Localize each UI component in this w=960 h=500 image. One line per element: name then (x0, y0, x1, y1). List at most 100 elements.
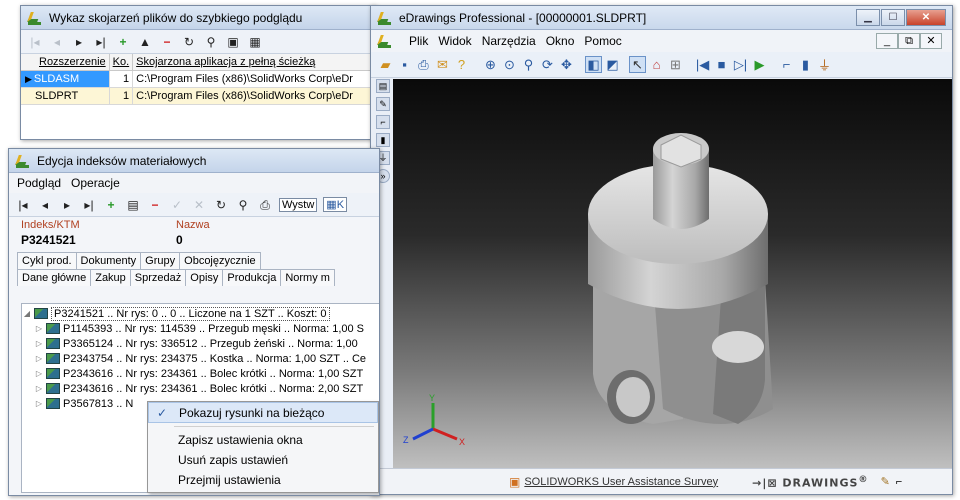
tab-production-cycle[interactable]: Cykl prod. (17, 252, 77, 269)
tab-foreign-language[interactable]: Obcojęzycznie (179, 252, 261, 269)
open-icon[interactable]: ▰ (377, 56, 394, 73)
zoom-fit-icon[interactable]: ⊕ (482, 56, 499, 73)
k-button[interactable]: ▦K (323, 197, 348, 212)
tree-root-node[interactable]: ◢ P3241521 .. Nr rys: 0 .. 0 .. Liczone … (22, 306, 379, 321)
measure-status-icon[interactable]: ⌐ (896, 476, 902, 488)
count-cell[interactable]: 1 (109, 87, 134, 105)
path-cell[interactable]: C:\Program Files (x86)\SolidWorks Corp\e… (132, 70, 375, 88)
delete-icon[interactable]: − (159, 34, 175, 50)
tab-purchase[interactable]: Zakup (90, 269, 131, 286)
tree-node[interactable]: ▷ P2343616 .. Nr rys: 234361 .. Bolec kró… (22, 366, 379, 381)
perspective-icon[interactable]: ◩ (604, 56, 621, 73)
measure-tab-icon[interactable]: ⌐ (376, 115, 390, 129)
components-tab-icon[interactable]: ▤ (376, 79, 390, 93)
tree-node[interactable]: ▷ P2343754 .. Nr rys: 234375 .. Kostka ..… (22, 351, 379, 366)
column-header-extension[interactable]: Rozszerzenie (21, 54, 110, 71)
column-header-application[interactable]: Skojarzona aplikacja z pełną ścieżką (132, 54, 375, 71)
menu-operations[interactable]: Operacje (71, 176, 120, 190)
first-record-icon[interactable]: |◂ (15, 197, 31, 213)
section-icon[interactable]: ⊞ (667, 56, 684, 73)
add-icon[interactable]: + (103, 197, 119, 213)
tab-descriptions[interactable]: Opisy (185, 269, 224, 286)
tree-node[interactable]: ▷ P3365124 .. Nr rys: 336512 .. Przegub ż… (22, 336, 379, 351)
menu-item-show-drawings-live[interactable]: ✓ Pokazuj rysunki na bieżąco (148, 402, 378, 423)
index-field[interactable]: P3241521 (21, 233, 176, 247)
menu-window[interactable]: Okno (546, 34, 575, 48)
delete-icon[interactable]: − (147, 197, 163, 213)
previous-record-icon[interactable]: ◂ (37, 197, 53, 213)
menu-preview[interactable]: Podgląd (17, 176, 61, 190)
zoom-icon[interactable]: ⚲ (520, 56, 537, 73)
zoom-area-icon[interactable]: ⊙ (501, 56, 518, 73)
first-frame-icon[interactable]: |◀ (694, 56, 711, 73)
path-cell[interactable]: C:\Program Files (x86)\SolidWorks Corp\e… (132, 87, 375, 105)
extension-cell[interactable]: ▶ SLDASM (21, 70, 110, 88)
tab-material-norms[interactable]: Normy m (280, 269, 335, 286)
grid-settings-icon[interactable]: ▦ (247, 34, 263, 50)
refresh-icon[interactable]: ↻ (213, 197, 229, 213)
count-cell[interactable]: 1 (109, 70, 134, 88)
next-frame-icon[interactable]: ▷| (732, 56, 749, 73)
edit-icon[interactable]: ▤ (125, 197, 141, 213)
menu-file[interactable]: Plik (409, 34, 428, 48)
measure-icon[interactable]: ⌐ (778, 56, 795, 73)
tab-main-data[interactable]: Dane główne (17, 269, 92, 286)
add-icon[interactable]: + (115, 34, 131, 50)
menu-item-take-over-settings[interactable]: Przejmij ustawienia (148, 470, 378, 490)
table-row[interactable]: SLDPRT 1 C:\Program Files (x86)\SolidWor… (21, 87, 375, 105)
minimize-button[interactable]: ▁ (856, 9, 880, 26)
menu-view[interactable]: Widok (438, 34, 471, 48)
select-pointer-icon[interactable]: ↖ (629, 56, 646, 73)
tab-production[interactable]: Produkcja (222, 269, 282, 286)
configurations-tab-icon[interactable]: ▮ (376, 133, 390, 147)
print-icon[interactable]: ⎙ (415, 56, 432, 73)
rotate-icon[interactable]: ⟳ (539, 56, 556, 73)
menu-tools[interactable]: Narzędzia (482, 34, 536, 48)
close-button[interactable]: ✕ (906, 9, 946, 26)
tab-groups[interactable]: Grupy (140, 252, 181, 269)
next-record-icon[interactable]: ▸ (71, 34, 87, 50)
maximize-button[interactable]: ☐ (881, 9, 905, 26)
extension-cell[interactable]: SLDPRT (21, 87, 110, 105)
table-row[interactable]: ▶ SLDASM 1 C:\Program Files (x86)\SolidWo… (21, 70, 375, 88)
doc-close-button[interactable]: ✕ (920, 33, 942, 49)
last-record-icon[interactable]: ▸| (81, 197, 97, 213)
confirm-icon[interactable]: ✓ (169, 197, 185, 213)
shaded-view-icon[interactable]: ◧ (585, 56, 602, 73)
name-field[interactable]: 0 (176, 233, 183, 247)
pan-icon[interactable]: ✥ (558, 56, 575, 73)
print-icon[interactable]: ⎙ (257, 197, 273, 213)
menu-item-save-window-settings[interactable]: Zapisz ustawienia okna (148, 430, 378, 450)
save-icon[interactable]: ▪ (396, 56, 413, 73)
tab-sales[interactable]: Sprzedaż (129, 269, 187, 286)
refresh-icon[interactable]: ↻ (181, 34, 197, 50)
survey-link[interactable]: SOLIDWORKS User Assistance Survey (524, 476, 718, 488)
markup-icon[interactable]: ▮ (797, 56, 814, 73)
tab-documents[interactable]: Dokumenty (75, 252, 142, 269)
menu-item-remove-saved-settings[interactable]: Usuń zapis ustawień (148, 450, 378, 470)
column-header-count[interactable]: Ko. (109, 54, 134, 71)
send-icon[interactable]: ✉ (434, 56, 451, 73)
tree-node[interactable]: ▷ P2343616 .. Nr rys: 234361 .. Bolec kró… (22, 381, 379, 396)
doc-minimize-button[interactable]: _ (876, 33, 898, 49)
export-icon[interactable]: ▣ (225, 34, 241, 50)
search-binoculars-icon[interactable]: ⚲ (235, 197, 251, 213)
help-icon[interactable]: ? (453, 56, 470, 73)
collapse-icon[interactable]: ◢ (22, 309, 32, 318)
search-binoculars-icon[interactable]: ⚲ (203, 34, 219, 50)
3d-model-viewport[interactable]: Y X Z (393, 79, 952, 469)
cancel-icon[interactable]: ✕ (191, 197, 207, 213)
wystw-button[interactable]: Wystw (279, 197, 318, 212)
doc-restore-button[interactable]: ⧉ (898, 33, 920, 49)
markup-tab-icon[interactable]: ✎ (376, 97, 390, 111)
previous-record-icon[interactable]: ◂ (49, 34, 65, 50)
tree-node[interactable]: ▷ P1145393 .. Nr rys: 114539 .. Przegub m… (22, 321, 379, 336)
play-icon[interactable]: ▶ (751, 56, 768, 73)
stop-icon[interactable]: ■ (713, 56, 730, 73)
menu-help[interactable]: Pomoc (584, 34, 621, 48)
stamp-icon[interactable]: ⏚ (816, 56, 833, 73)
last-record-icon[interactable]: ▸| (93, 34, 109, 50)
move-up-icon[interactable]: ▲ (137, 34, 153, 50)
markup-status-icon[interactable]: ✎ (881, 475, 890, 488)
first-record-icon[interactable]: |◂ (27, 34, 43, 50)
